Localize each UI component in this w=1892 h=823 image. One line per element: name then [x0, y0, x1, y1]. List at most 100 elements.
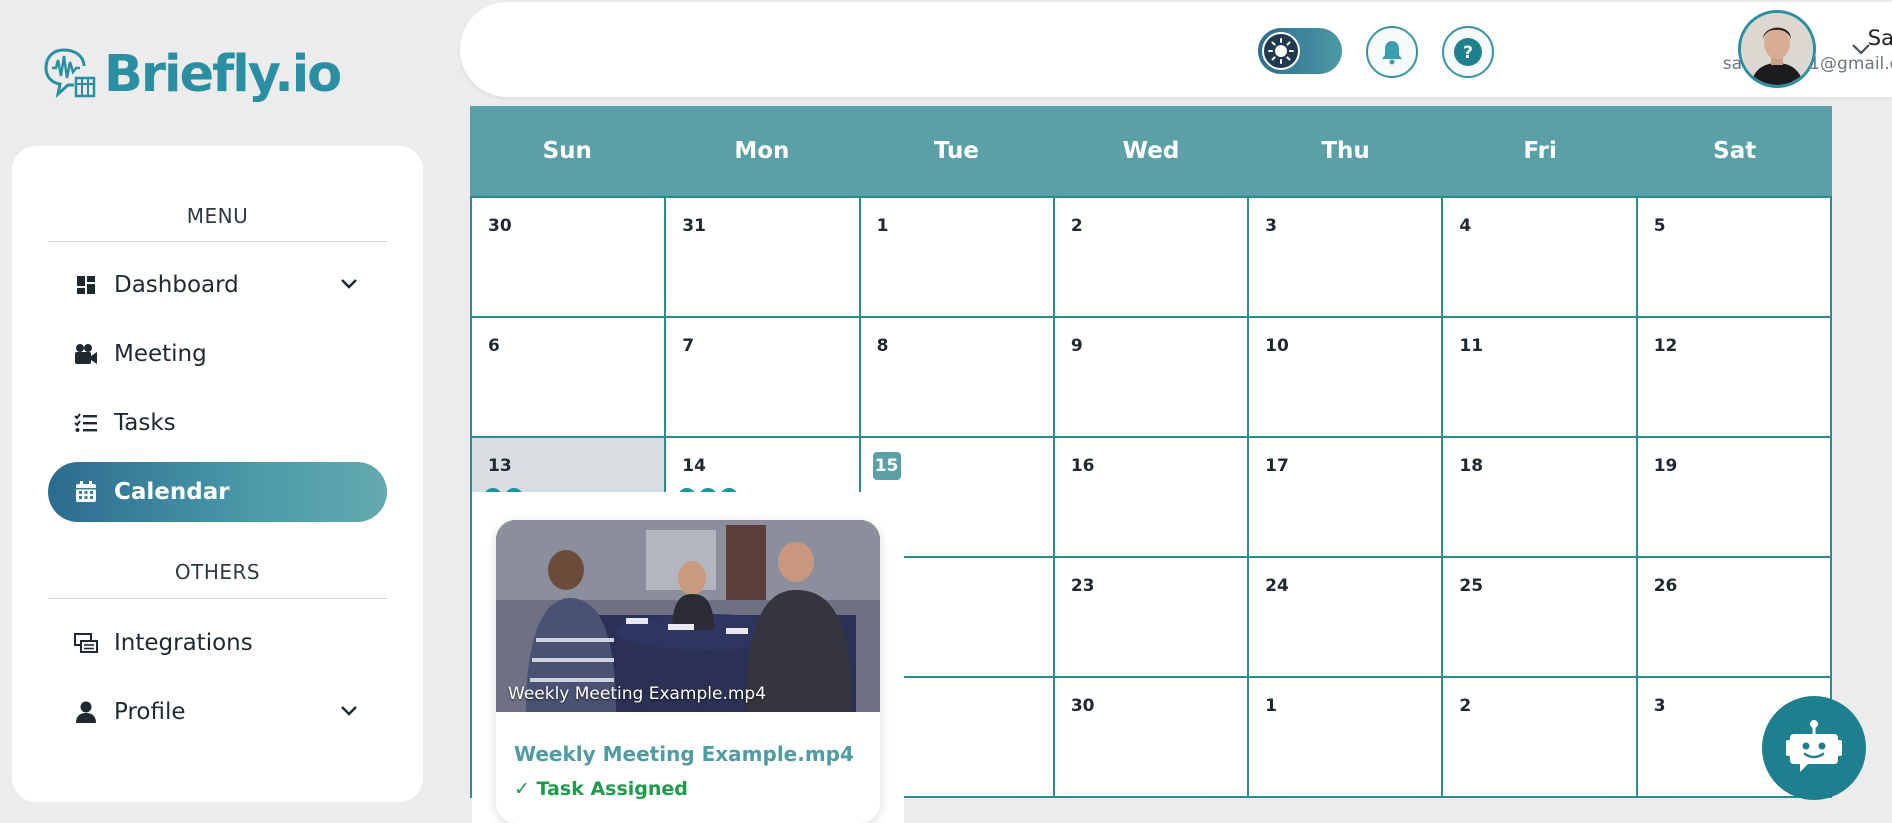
- calendar-day-cell[interactable]: 4: [1443, 198, 1638, 318]
- calendar-day-cell[interactable]: 3: [1249, 198, 1444, 318]
- day-number: 17: [1265, 456, 1289, 476]
- day-number: 7: [682, 336, 695, 356]
- status-label: Task Assigned: [536, 778, 688, 800]
- theme-toggle[interactable]: [1258, 28, 1342, 74]
- day-number: 4: [1459, 216, 1472, 236]
- calendar-day-cell[interactable]: 2: [1443, 678, 1638, 798]
- thumbnail-caption: Weekly Meeting Example.mp4: [508, 684, 767, 704]
- day-number: 12: [1653, 336, 1678, 356]
- sidebar-item-tasks[interactable]: Tasks: [48, 393, 387, 453]
- sidebar-item-meeting[interactable]: Meeting: [48, 324, 387, 384]
- calendar-day-cell[interactable]: 10: [1249, 318, 1444, 438]
- day-number: 6: [488, 336, 500, 356]
- brand-logo[interactable]: Briefly.io: [42, 44, 342, 104]
- sidebar-item-calendar[interactable]: Calendar: [48, 462, 387, 522]
- calendar-day-cell[interactable]: 6: [472, 318, 667, 438]
- dashboard-icon: [74, 273, 98, 297]
- weekday-label: Thu: [1321, 138, 1370, 164]
- day-number: 13: [488, 456, 512, 476]
- help-button[interactable]: ?: [1442, 26, 1494, 78]
- calendar-day-cell[interactable]: 16: [1054, 438, 1250, 558]
- weekday-label: Tue: [933, 138, 979, 164]
- chevron-down-icon: [341, 706, 357, 716]
- day-number: 18: [1459, 456, 1484, 476]
- calendar-day-cell[interactable]: 9: [1054, 318, 1250, 438]
- calendar-day-cell[interactable]: 23: [1054, 558, 1250, 678]
- calendar-day-cell[interactable]: 5: [1637, 198, 1832, 318]
- weekday-label: Wed: [1122, 138, 1180, 164]
- day-number: 30: [1070, 696, 1095, 716]
- calendar-day-cell[interactable]: 30: [1054, 678, 1250, 798]
- robot-icon: [1786, 720, 1842, 772]
- sidebar-item-integrations[interactable]: Integrations: [48, 613, 387, 673]
- help-icon: ?: [1454, 38, 1482, 66]
- calendar-day-cell[interactable]: 19: [1637, 438, 1832, 558]
- calendar-day-cell[interactable]: 25: [1443, 558, 1638, 678]
- user-icon: [74, 700, 98, 724]
- day-number: 25: [1459, 576, 1484, 596]
- calendar-day-cell[interactable]: 18: [1443, 438, 1638, 558]
- day-number: 5: [1653, 216, 1666, 236]
- task-list-icon: [74, 411, 98, 435]
- svg-text:?: ?: [1463, 43, 1473, 63]
- sidebar-item-label: Dashboard: [114, 272, 239, 298]
- avatar[interactable]: [1738, 10, 1816, 88]
- calendar-day-cell[interactable]: 12: [1637, 318, 1832, 438]
- sidebar-item-label: Meeting: [114, 341, 207, 367]
- bell-icon: [1382, 41, 1402, 65]
- day-number: 15: [872, 452, 901, 480]
- calendar-day-cell[interactable]: 1: [1249, 678, 1444, 798]
- day-number: 30: [488, 216, 512, 236]
- others-section-title: OTHERS: [174, 560, 261, 584]
- sidebar-item-profile[interactable]: Profile: [48, 682, 387, 742]
- calendar-day-cell[interactable]: 8: [860, 318, 1055, 438]
- sidebar: MENU Dashboard Meeting Tasks Calendar OT…: [12, 146, 423, 802]
- day-number: 11: [1459, 336, 1484, 356]
- sun-icon: [1262, 32, 1300, 70]
- logo-icon: [44, 48, 96, 99]
- sidebar-item-dashboard[interactable]: Dashboard: [48, 255, 387, 315]
- sidebar-item-label: Profile: [114, 699, 186, 725]
- chatbot-button[interactable]: [1762, 696, 1866, 800]
- integrations-icon: [74, 631, 98, 655]
- calendar-day-cell[interactable]: 30: [472, 198, 667, 318]
- calendar-day-cell[interactable]: 17: [1249, 438, 1444, 558]
- day-number: 14: [682, 456, 706, 476]
- calendar-day-cell[interactable]: 7: [666, 318, 861, 438]
- day-number: 26: [1653, 576, 1678, 596]
- event-popup[interactable]: Weekly Meeting Example.mp4 Weekly Meetin…: [496, 520, 880, 823]
- day-number: 9: [1070, 336, 1083, 356]
- weekday-header: Sun Mon Tue Wed Thu Fri Sat: [470, 106, 1832, 196]
- day-number: 2: [1459, 696, 1472, 716]
- weekday-label: Mon: [734, 138, 790, 164]
- sidebar-item-label: Integrations: [114, 630, 253, 656]
- video-camera-icon: [74, 342, 98, 366]
- menu-divider: [48, 241, 387, 242]
- notification-button[interactable]: [1366, 26, 1418, 78]
- calendar-day-cell[interactable]: 2: [1054, 198, 1250, 318]
- sidebar-item-label: Tasks: [114, 410, 176, 436]
- task-status: ✓ Task Assigned: [514, 778, 688, 800]
- day-number: 1: [876, 216, 889, 236]
- calendar-day-cell[interactable]: 31: [666, 198, 861, 318]
- top-header: ? Salah salah322s1@gmail.com: [460, 2, 1892, 97]
- day-number: 31: [682, 216, 706, 236]
- calendar-day-cell[interactable]: 24: [1249, 558, 1444, 678]
- day-number: 19: [1653, 456, 1678, 476]
- weekday-label: Sat: [1713, 138, 1757, 164]
- brand-name: Briefly.io: [104, 44, 342, 104]
- day-number: 8: [876, 336, 889, 356]
- calendar-day-cell[interactable]: 1: [860, 198, 1055, 318]
- check-icon: ✓: [514, 778, 537, 800]
- day-number: 3: [1653, 696, 1666, 716]
- weekday-label: Sun: [542, 138, 592, 164]
- day-number: 10: [1265, 336, 1289, 356]
- event-title-link[interactable]: Weekly Meeting Example.mp4: [514, 742, 854, 766]
- calendar-day-cell[interactable]: 26: [1637, 558, 1832, 678]
- day-number: 1: [1265, 696, 1277, 716]
- day-number: 16: [1070, 456, 1095, 476]
- calendar-day-cell[interactable]: 11: [1443, 318, 1638, 438]
- day-number: 2: [1070, 216, 1083, 236]
- video-thumbnail[interactable]: Weekly Meeting Example.mp4: [496, 520, 880, 712]
- chevron-down-icon[interactable]: [1850, 38, 1872, 60]
